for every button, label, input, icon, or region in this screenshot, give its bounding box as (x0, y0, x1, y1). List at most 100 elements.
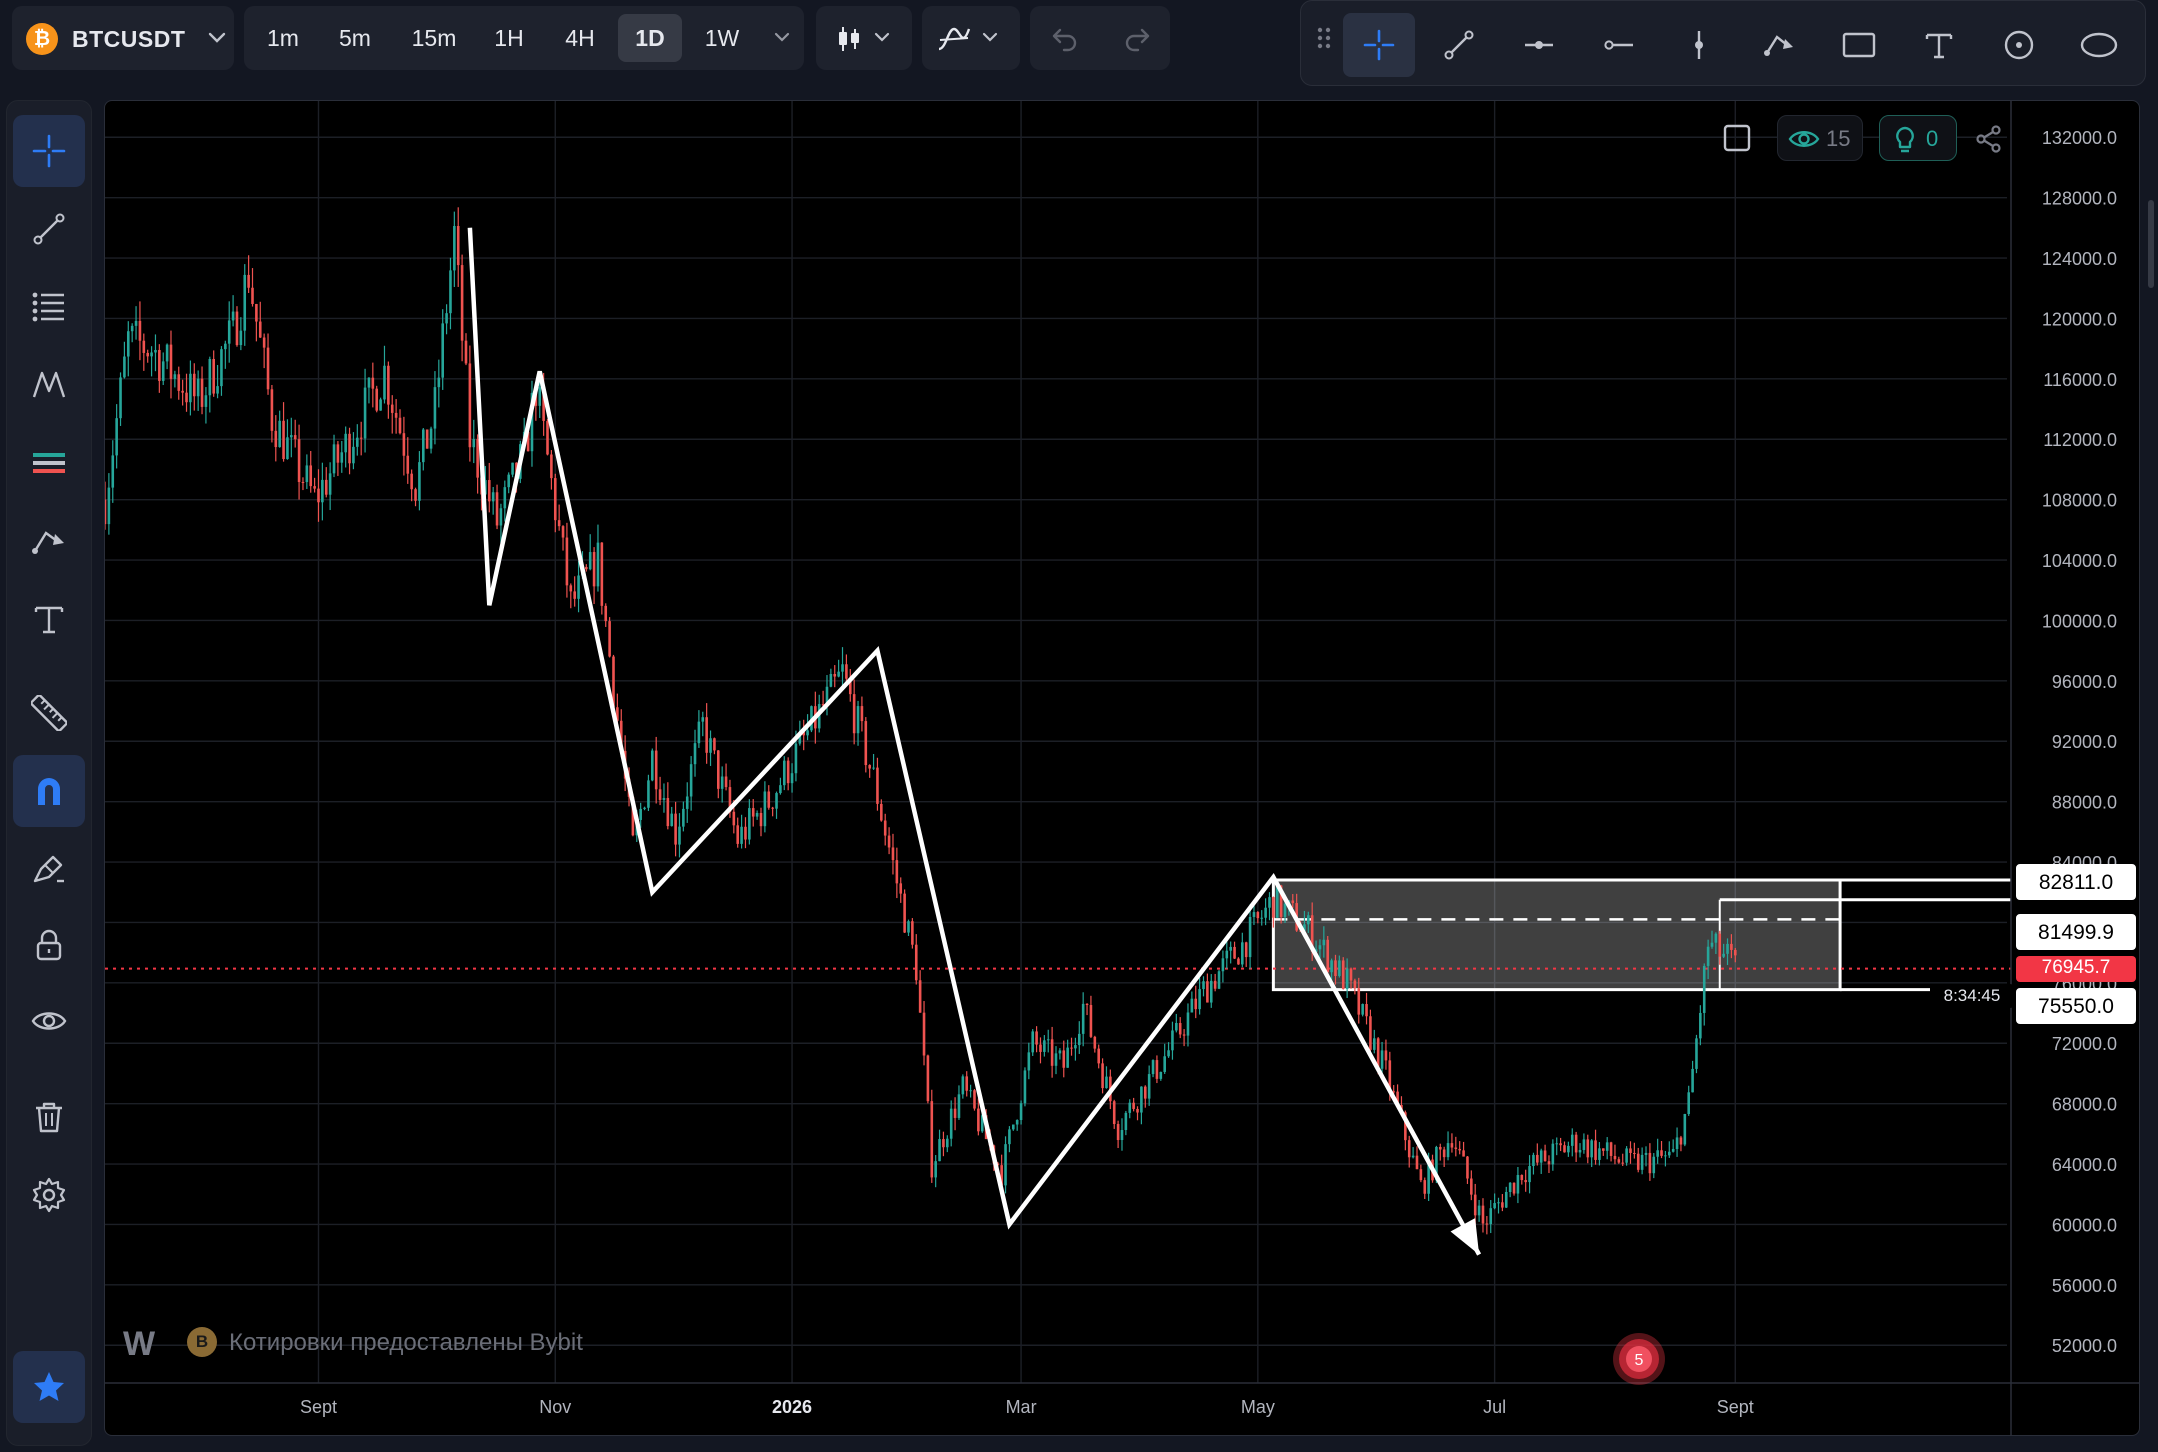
timeframe-more-chevron-icon[interactable] (774, 32, 790, 44)
path-icon[interactable] (1743, 13, 1815, 77)
sidebar-fib-button[interactable] (13, 271, 85, 343)
eye-icon (31, 1012, 67, 1030)
candle-body (1613, 1155, 1617, 1160)
candle-body (767, 791, 771, 808)
share-icon[interactable] (1975, 125, 2003, 153)
timeframe-1w[interactable]: 1W (690, 14, 754, 62)
horizontal-ray-icon[interactable] (1583, 13, 1655, 77)
candle-body (321, 479, 324, 503)
sidebar-magnet-button[interactable] (13, 755, 85, 827)
candle-body (658, 789, 662, 800)
ellipse-icon[interactable] (2063, 13, 2135, 77)
timeframe-1d[interactable]: 1D (618, 14, 682, 62)
undo-redo-group (1030, 6, 1170, 70)
ideas-badge[interactable]: 0 (1879, 115, 1957, 161)
candle-body (1066, 1047, 1069, 1068)
sidebar-visibility-button[interactable] (13, 985, 85, 1057)
candle-body (379, 399, 382, 411)
timeframe-4h[interactable]: 4H (548, 14, 612, 62)
candle-body (806, 730, 809, 736)
undo-icon[interactable] (1050, 24, 1080, 52)
chart-type-selector[interactable] (816, 6, 912, 70)
crosshair-icon[interactable] (1343, 13, 1415, 77)
candle-body (1625, 1148, 1628, 1163)
candle-body (255, 303, 258, 322)
horizontal-line-icon[interactable] (1503, 13, 1575, 77)
chart-area[interactable]: 52000.0 56000.0 60000.0 64000.0 68000.0 72000… (104, 100, 2140, 1436)
candle-body (1679, 1137, 1683, 1145)
redo-icon[interactable] (1122, 24, 1152, 52)
candle-body (1182, 1034, 1186, 1036)
candle-body (383, 365, 386, 400)
candle-body (301, 481, 305, 483)
indicators-selector[interactable] (922, 6, 1020, 70)
candle-body (573, 591, 576, 599)
sidebar-crosshair-button[interactable] (13, 115, 85, 187)
candle-body (1590, 1140, 1593, 1158)
candle-body (235, 311, 239, 346)
scrollbar-thumb[interactable] (2148, 200, 2154, 288)
sidebar-brush-button[interactable] (13, 833, 85, 905)
timeframe-1m[interactable]: 1m (254, 14, 312, 62)
candle-body (1481, 1205, 1485, 1224)
candle-body (305, 465, 309, 483)
pattern-icon (32, 371, 66, 398)
candle-body (1567, 1145, 1570, 1153)
candle-body (468, 363, 472, 448)
candle-body (592, 552, 596, 587)
sidebar-channel-button[interactable] (13, 427, 85, 499)
candle-body (949, 1108, 953, 1139)
candle-body (1605, 1142, 1609, 1151)
candle-body (1380, 1050, 1384, 1069)
candle-body (1695, 1038, 1698, 1069)
timeframe-15m[interactable]: 15m (398, 14, 470, 62)
sidebar-text-button[interactable] (13, 583, 85, 655)
candle-body (639, 808, 642, 820)
candle-body (872, 767, 875, 769)
drag-handle-icon[interactable] (1317, 27, 1331, 55)
sidebar-delete-button[interactable] (13, 1081, 85, 1153)
candle-body (1101, 1063, 1104, 1089)
candle-body (348, 433, 351, 464)
circle-icon[interactable] (1983, 13, 2055, 77)
candle-body (165, 344, 169, 362)
price-label-zone-bottom: 75550.0 (2016, 988, 2136, 1024)
price-chart[interactable]: 52000.0 56000.0 60000.0 64000.0 68000.0 72000… (105, 101, 2140, 1436)
candle-body (220, 349, 223, 387)
lock-icon (36, 929, 62, 961)
candle-body (1260, 917, 1264, 919)
trendline-icon[interactable] (1423, 13, 1495, 77)
candle-body (460, 265, 464, 341)
candle-body (1493, 1203, 1496, 1209)
alert-badge[interactable]: 5 (1597, 1331, 1681, 1387)
candle-body (845, 664, 848, 679)
vertical-line-icon[interactable] (1663, 13, 1735, 77)
candle-body (356, 437, 359, 447)
candle-body (105, 499, 107, 525)
candle-body (1384, 1050, 1388, 1061)
text-icon[interactable] (1903, 13, 1975, 77)
candle-body (899, 883, 903, 894)
sidebar-favorites-button[interactable] (13, 1351, 85, 1423)
candle-body (239, 330, 243, 346)
square-icon (1723, 124, 1751, 152)
sidebar-lock-button[interactable] (13, 909, 85, 981)
trendline-icon (33, 213, 65, 245)
sidebar-settings-button[interactable] (13, 1159, 85, 1231)
range-rectangle (1271, 878, 1842, 992)
symbol-selector[interactable]: ₿ BTCUSDT (12, 6, 234, 70)
candle-body (1570, 1134, 1574, 1146)
candle-body (161, 361, 165, 381)
sidebar-pattern-button[interactable] (13, 349, 85, 421)
rectangle-icon[interactable] (1823, 13, 1895, 77)
candle-body (123, 356, 126, 378)
timeframe-5m[interactable]: 5m (324, 14, 386, 62)
sidebar-path-button[interactable] (13, 505, 85, 577)
layout-square-button[interactable] (1715, 115, 1759, 161)
timeframe-1h[interactable]: 1H (480, 14, 538, 62)
sidebar-trendline-button[interactable] (13, 193, 85, 265)
candle-body (433, 387, 437, 429)
sidebar-ruler-button[interactable] (13, 677, 85, 749)
watchers-badge[interactable]: 15 (1777, 115, 1863, 161)
candle-body (1489, 1208, 1493, 1225)
